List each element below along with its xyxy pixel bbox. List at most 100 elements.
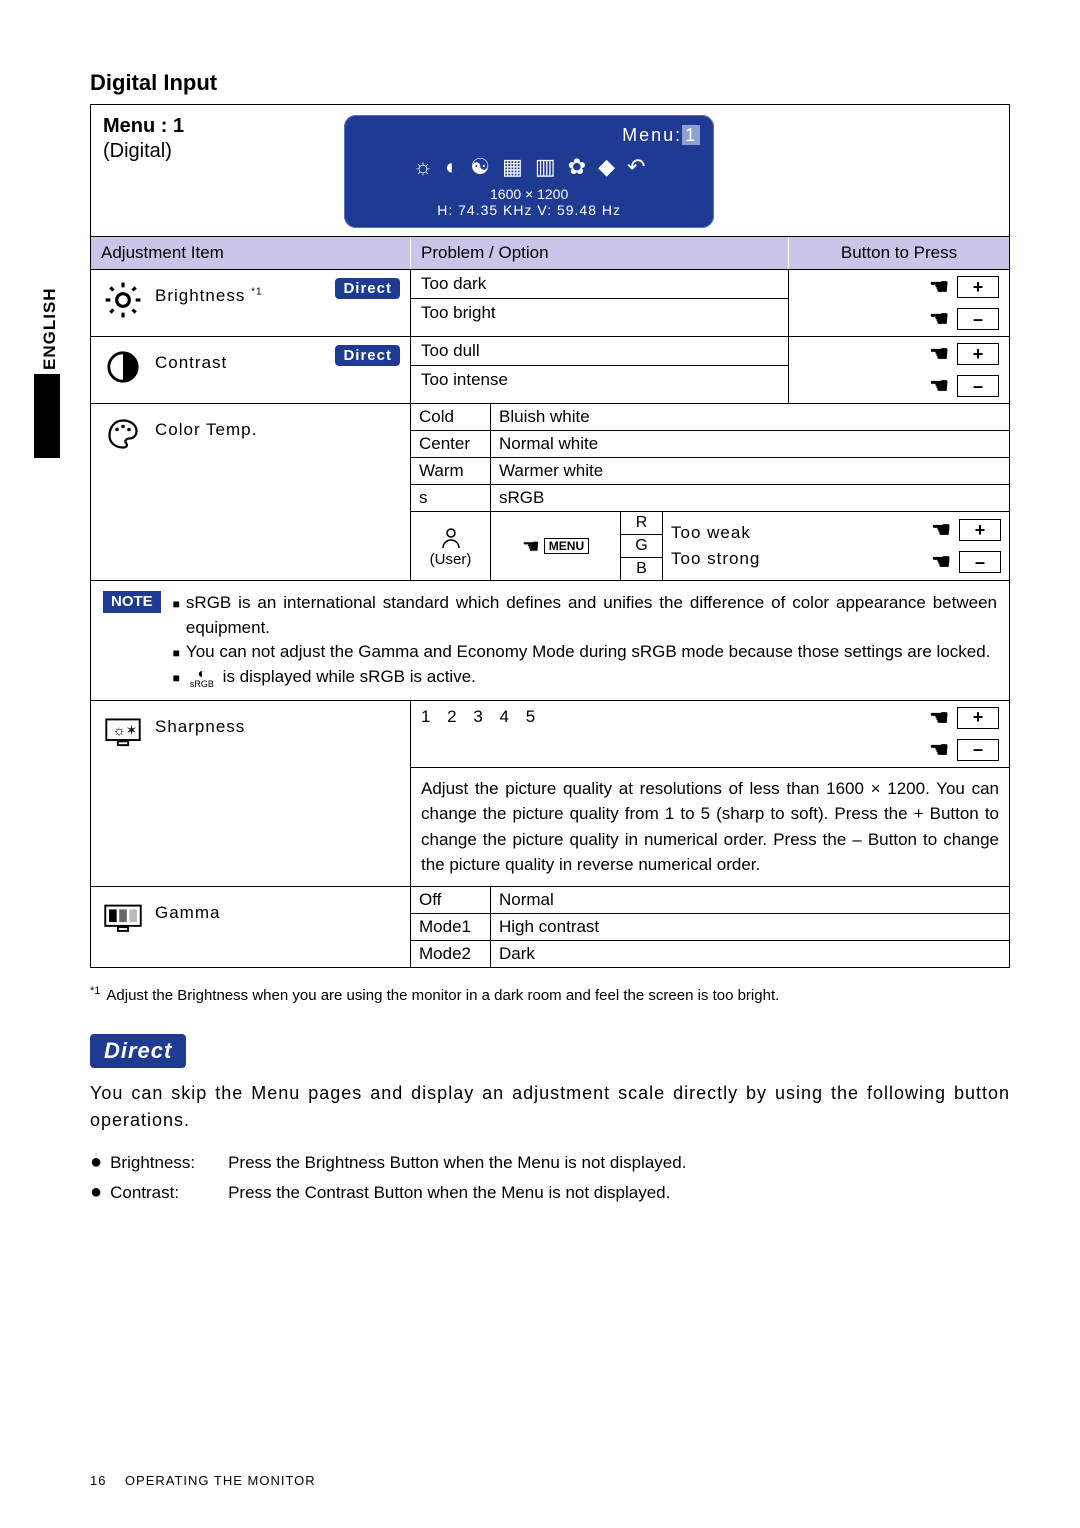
arrow-left-icon: ☚ <box>929 373 949 399</box>
press-minus[interactable]: ☚– <box>929 373 999 399</box>
press-plus[interactable]: ☚+ <box>929 341 999 367</box>
return-icon: ↶ <box>627 154 645 180</box>
channel-r: R <box>621 512 662 535</box>
osd-title-num: 1 <box>682 125 700 145</box>
ct-srgb-desc: sRGB <box>491 485 1009 511</box>
direct-list: ●Brightness:Press the Brightness Button … <box>90 1148 1010 1209</box>
sharpness-icon: ▦ <box>502 154 523 180</box>
direct-item-brightness-text: Press the Brightness Button when the Men… <box>228 1148 686 1179</box>
contrast-icon <box>101 345 145 389</box>
ct-srgb: s <box>411 485 491 511</box>
ct-warm: Warm <box>411 458 491 484</box>
osd-panel: Menu:1 ☼ ◐ ☯ ▦ ▥ ✿ ◆ ↶ 1600 × 1200 H: 74… <box>344 115 714 228</box>
color-temp-label: Color Temp. <box>155 412 400 440</box>
sharpness-levels: 1 2 3 4 5 <box>411 701 829 767</box>
arrow-left-icon: ☚ <box>931 517 951 543</box>
press-plus[interactable]: ☚+ <box>929 274 999 300</box>
sharpness-label: Sharpness <box>155 709 400 737</box>
too-weak-label: Too weak <box>671 523 931 543</box>
gamma-mode2: Mode2 <box>411 941 491 967</box>
user-menu-press[interactable]: ☚ MENU <box>491 512 621 580</box>
table-header: Adjustment Item Problem / Option Button … <box>91 236 1009 270</box>
arrow-left-icon: ☚ <box>929 737 949 763</box>
section-title: Digital Input <box>90 70 1010 96</box>
arrow-left-icon: ☚ <box>929 274 949 300</box>
row-gamma: Gamma OffNormal Mode1High contrast Mode2… <box>91 887 1009 967</box>
row-sharpness: ☼✶ Sharpness 1 2 3 4 5 ☚+ ☚– Adjust the … <box>91 701 1009 887</box>
arrow-left-icon: ☚ <box>929 306 949 332</box>
row-color-temp: Color Temp. ColdBluish white CenterNorma… <box>91 404 1009 581</box>
sharpness-icon: ☼✶ <box>101 709 145 753</box>
osd-title-text: Menu: <box>622 125 682 145</box>
palette-icon <box>101 412 145 456</box>
press-plus[interactable]: ☚+ <box>929 705 999 731</box>
press-minus[interactable]: ☚– <box>929 306 999 332</box>
gamma-off-desc: Normal <box>491 887 1009 913</box>
brightness-icon: ☼ <box>413 154 433 180</box>
rgb-channels: R G B <box>621 512 663 580</box>
row-brightness: Brightness *1 Direct Too dark Too bright… <box>91 270 1009 337</box>
contrast-too-dull: Too dull <box>411 337 788 366</box>
svg-text:☼✶: ☼✶ <box>113 721 138 737</box>
sharpness-description: Adjust the picture quality at resolution… <box>411 768 1009 886</box>
direct-intro: You can skip the Menu pages and display … <box>90 1080 1010 1134</box>
position-icon: ◆ <box>598 154 615 180</box>
menu-sub: (Digital) <box>103 140 184 163</box>
direct-badge: Direct <box>335 345 400 366</box>
direct-item-brightness-label: Brightness: <box>110 1148 220 1179</box>
press-plus[interactable]: ☚+ <box>931 517 1001 543</box>
srgb-icon: ◐sRGB <box>190 666 214 689</box>
channel-b: B <box>621 558 662 580</box>
header-problem: Problem / Option <box>411 237 789 269</box>
contrast-too-intense: Too intense <box>411 366 788 394</box>
user-icon <box>439 525 463 551</box>
press-minus[interactable]: ☚– <box>931 549 1001 575</box>
note-badge: NOTE <box>103 591 161 613</box>
gamma-off: Off <box>411 887 491 913</box>
gamma-icon: ▥ <box>535 154 556 180</box>
osd-resolution: 1600 × 1200 <box>358 186 700 202</box>
ct-warm-desc: Warmer white <box>491 458 1009 484</box>
note-text-1: sRGB is an international standard which … <box>186 591 997 640</box>
brightness-icon <box>101 278 145 322</box>
ct-user: (User) <box>411 512 491 580</box>
ct-cold: Cold <box>411 404 491 430</box>
ct-center-desc: Normal white <box>491 431 1009 457</box>
direct-heading: Direct <box>90 1034 186 1068</box>
contrast-label: Contrast <box>155 345 325 373</box>
arrow-left-icon: ☚ <box>931 549 951 575</box>
contrast-icon: ◐ <box>445 154 458 180</box>
ct-center: Center <box>411 431 491 457</box>
arrow-left-icon: ☚ <box>929 705 949 731</box>
brightness-label: Brightness *1 <box>155 278 325 306</box>
header-button: Button to Press <box>789 237 1009 269</box>
header-adjustment: Adjustment Item <box>91 237 411 269</box>
gamma-mode2-desc: Dark <box>491 941 1009 967</box>
settings-frame: Menu : 1 (Digital) Menu:1 ☼ ◐ ☯ ▦ ▥ ✿ ◆ … <box>90 104 1010 968</box>
language-tab: ENGLISH <box>40 287 60 370</box>
menu-label: Menu : 1 <box>103 115 184 138</box>
menu-button: MENU <box>544 538 589 554</box>
gamma-mode1: Mode1 <box>411 914 491 940</box>
eco-icon: ✿ <box>568 154 586 180</box>
direct-badge: Direct <box>335 278 400 299</box>
note-row: NOTE ■sRGB is an international standard … <box>91 581 1009 701</box>
gamma-mode1-desc: High contrast <box>491 914 1009 940</box>
osd-frequency: H: 74.35 KHz V: 59.48 Hz <box>358 202 700 218</box>
palette-icon: ☯ <box>470 154 490 180</box>
page-footer: 16 OPERATING THE MONITOR <box>90 1473 316 1488</box>
press-minus[interactable]: ☚– <box>929 737 999 763</box>
too-strong-label: Too strong <box>671 549 931 569</box>
direct-item-contrast-text: Press the Contrast Button when the Menu … <box>228 1178 670 1209</box>
footnote: *1Adjust the Brightness when you are usi… <box>90 984 1010 1006</box>
row-contrast: Contrast Direct Too dull Too intense ☚+ … <box>91 337 1009 404</box>
ct-cold-desc: Bluish white <box>491 404 1009 430</box>
brightness-too-bright: Too bright <box>411 299 788 327</box>
brightness-too-dark: Too dark <box>411 270 788 299</box>
gamma-label: Gamma <box>155 895 400 923</box>
osd-icon-row: ☼ ◐ ☯ ▦ ▥ ✿ ◆ ↶ <box>358 154 700 180</box>
gamma-icon <box>101 895 145 939</box>
direct-item-contrast-label: Contrast: <box>110 1178 220 1209</box>
channel-g: G <box>621 535 662 558</box>
note-text-3: ◐sRGB is displayed while sRGB is active. <box>186 665 476 690</box>
